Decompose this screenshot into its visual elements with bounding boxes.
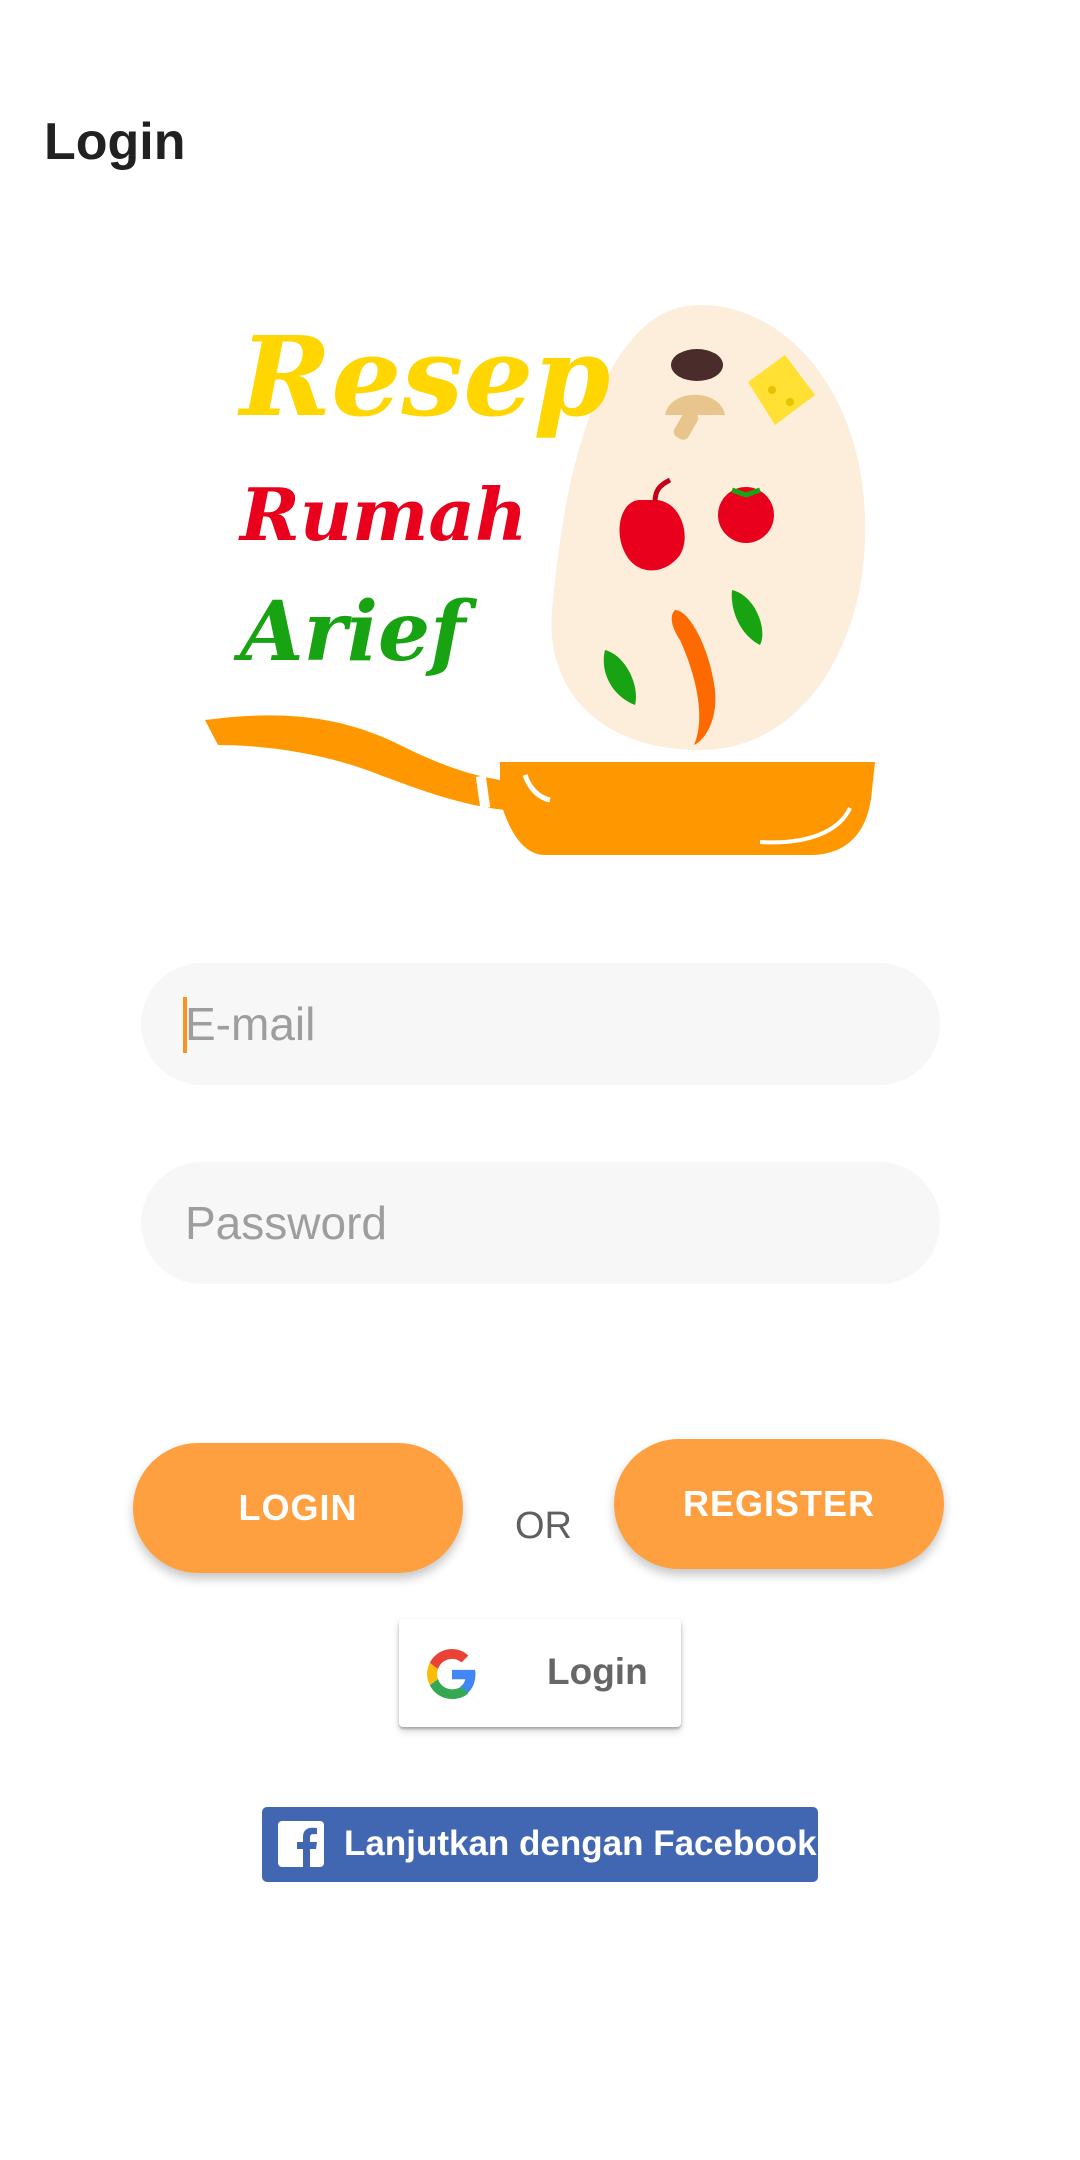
register-button[interactable]: REGISTER bbox=[614, 1439, 944, 1569]
pan-body bbox=[500, 762, 875, 855]
page-title: Login bbox=[44, 113, 186, 171]
or-separator: OR bbox=[515, 1505, 572, 1547]
email-field[interactable] bbox=[141, 963, 940, 1085]
facebook-login-label: Lanjutkan dengan Facebook bbox=[344, 1824, 817, 1863]
google-login-label: Login bbox=[547, 1651, 648, 1692]
logo-line-3: Arief bbox=[233, 584, 477, 680]
login-button[interactable]: LOGIN bbox=[133, 1443, 463, 1573]
email-input[interactable] bbox=[183, 996, 940, 1052]
facebook-f-icon bbox=[278, 1821, 324, 1867]
app-logo: Resep Rumah Arief bbox=[200, 290, 890, 870]
logo-line-2: Rumah bbox=[238, 472, 527, 557]
password-field[interactable] bbox=[141, 1162, 940, 1284]
google-g-icon bbox=[427, 1649, 476, 1699]
pan-handle bbox=[205, 715, 505, 810]
password-input[interactable] bbox=[183, 1195, 940, 1251]
google-login-button[interactable]: Login bbox=[399, 1619, 681, 1727]
text-caret bbox=[183, 997, 187, 1053]
olive-icon bbox=[671, 349, 723, 381]
logo-line-1: Resep bbox=[237, 312, 610, 441]
facebook-login-button[interactable]: Lanjutkan dengan Facebook bbox=[262, 1807, 818, 1882]
